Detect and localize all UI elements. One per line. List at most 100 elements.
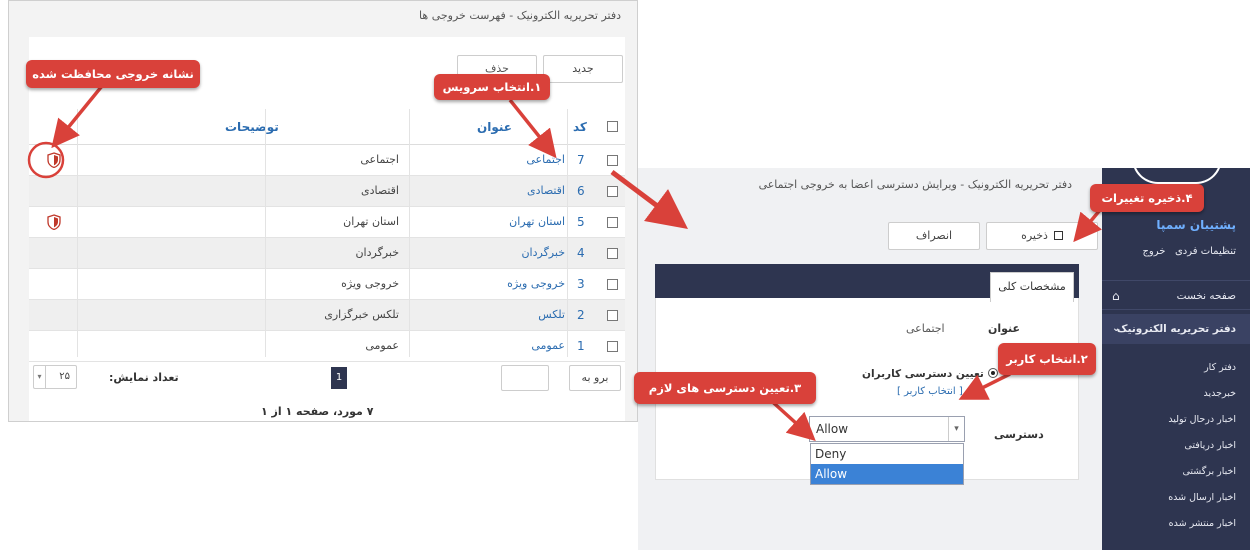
access-option-deny[interactable]: Deny [811,444,963,464]
row-code[interactable]: 4 [577,246,585,260]
callout-step1: ۱.انتخاب سرویس [434,74,550,100]
header-code[interactable]: کد [573,120,587,134]
access-select[interactable]: Allow ▾ [809,416,965,442]
table-header: کد عنوان توضیحات [29,109,625,145]
radio-icon [987,368,998,378]
display-count-value: ۲۵ [59,371,70,382]
chevron-down-icon: ⌄ [1112,323,1121,334]
pagination-summary: ۷ مورد، صفحه ۱ از ۱ [261,405,374,418]
row-checkbox[interactable] [607,279,618,290]
chevron-down-icon: ▾ [34,366,46,388]
personal-settings-link[interactable]: تنظیمات فردی [1175,246,1236,257]
row-description: خروجی ویژه [341,277,399,290]
header-description[interactable]: توضیحات [225,120,279,134]
callout-step4: ۴.ذخیره تغییرات [1090,184,1204,212]
sidebar-subitem[interactable]: دفتر کار [1102,362,1250,373]
row-title[interactable]: عمومی [531,339,565,352]
table-row[interactable]: 1 عمومی عمومی [29,331,625,362]
column-divider [409,109,410,357]
chevron-down-icon: ▾ [948,417,964,441]
row-checkbox[interactable] [607,155,618,166]
row-title[interactable]: اقتصادی [527,184,565,197]
column-divider [567,109,568,357]
access-label: دسترسی [994,428,1044,441]
row-description: خبرگردان [355,246,399,259]
save-label: ذخیره [1021,229,1048,242]
row-description: عمومی [365,339,399,352]
cancel-button[interactable]: انصراف [888,222,980,250]
brand-name: پشتیبان سمپا [1156,218,1236,232]
table-row[interactable]: 4 خبرگردان خبرگردان [29,238,625,269]
row-code[interactable]: 1 [577,339,585,353]
row-code[interactable]: 7 [577,153,585,167]
sidebar-subitem[interactable]: خبرجدید [1102,388,1250,399]
callout-protected: نشانه خروجی محافظت شده [26,60,200,88]
title-value: اجتماعی [906,322,945,335]
breadcrumb: دفتر تحریریه الکترونیک - فهرست خروجی ها [419,9,621,22]
row-title[interactable]: تلکس [538,308,565,321]
sidebar-item-home[interactable]: صفحه نخست ⌂ [1102,280,1250,310]
row-code[interactable]: 5 [577,215,585,229]
callout-step3: ۳.تعیین دسترسی های لازم [634,372,816,404]
sidebar-subitem[interactable]: اخبار دریافتی [1102,440,1250,451]
row-title[interactable]: اجتماعی [526,153,565,166]
row-code[interactable]: 3 [577,277,585,291]
sidebar: پشتیبان سمپا تنظیمات فردی خروج صفحه نخست… [1102,168,1250,550]
select-all-checkbox[interactable] [607,121,618,132]
row-title[interactable]: خبرگردان [521,246,565,259]
goto-button[interactable]: برو به [569,365,621,391]
protected-shield-icon [47,214,61,231]
save-button[interactable]: ذخیره [986,222,1098,250]
table-row[interactable]: 5 استان تهران استان تهران [29,207,625,238]
sidebar-item-newsroom[interactable]: دفتر تحریریه الکترونیک ⌄ [1102,314,1250,344]
select-user-link[interactable]: [ انتخاب کاربر ] [897,386,963,397]
sidebar-subitem[interactable]: اخبار منتشر شده [1102,518,1250,529]
table-row[interactable]: 7 اجتماعی اجتماعی [29,145,625,176]
display-count-select[interactable]: ۲۵ ▾ [33,365,77,389]
current-page[interactable]: 1 [331,367,347,389]
row-checkbox[interactable] [607,217,618,228]
sidebar-subitem[interactable]: اخبار ارسال شده [1102,492,1250,503]
goto-page-input[interactable] [501,365,549,391]
row-title[interactable]: استان تهران [509,215,565,228]
home-label: صفحه نخست [1176,290,1236,302]
row-code[interactable]: 6 [577,184,585,198]
row-code[interactable]: 2 [577,308,585,322]
row-checkbox[interactable] [607,186,618,197]
table-row[interactable]: 2 تلکس تلکس خبرگزاری [29,300,625,331]
breadcrumb-edit: دفتر تحریریه الکترونیک - ویرایش دسترسی ا… [758,178,1072,191]
access-option-allow[interactable]: Allow [811,464,963,484]
home-icon: ⌂ [1112,289,1120,303]
row-title[interactable]: خروجی ویژه [507,277,565,290]
row-checkbox[interactable] [607,248,618,259]
header-title[interactable]: عنوان [477,120,512,134]
protected-shield-icon [47,152,61,169]
radio-label: تعیین دسترسی کاربران [862,368,984,380]
save-icon [1053,231,1063,240]
row-description: استان تهران [343,215,399,228]
table-row[interactable]: 3 خروجی ویژه خروجی ویژه [29,269,625,300]
user-access-radio[interactable]: تعیین دسترسی کاربران [862,368,998,380]
user-links: تنظیمات فردی خروج [1102,246,1250,257]
column-divider [77,109,78,357]
sidebar-subitem[interactable]: اخبار درحال تولید [1102,414,1250,425]
tab-general[interactable]: مشخصات کلی [990,272,1074,302]
access-dropdown: Deny Allow [810,443,964,485]
new-button[interactable]: جدید [543,55,623,83]
logout-link[interactable]: خروج [1142,246,1165,257]
display-count-label: تعداد نمایش: [109,371,179,384]
newsroom-label: دفتر تحریریه الکترونیک [1116,323,1236,335]
row-checkbox[interactable] [607,341,618,352]
access-edit-window: دفتر تحریریه الکترونیک - ویرایش دسترسی ا… [638,168,1250,550]
row-description: اقتصادی [360,184,399,197]
access-selected-value: Allow [816,422,849,436]
sidebar-subitem[interactable]: اخبار برگشتی [1102,466,1250,477]
avatar [1132,168,1222,184]
column-divider [265,109,266,357]
callout-step2: ۲.انتخاب کاربر [998,343,1096,375]
row-checkbox[interactable] [607,310,618,321]
row-description: اجتماعی [360,153,399,166]
table-row[interactable]: 6 اقتصادی اقتصادی [29,176,625,207]
row-description: تلکس خبرگزاری [324,308,399,321]
title-label: عنوان [988,322,1021,335]
